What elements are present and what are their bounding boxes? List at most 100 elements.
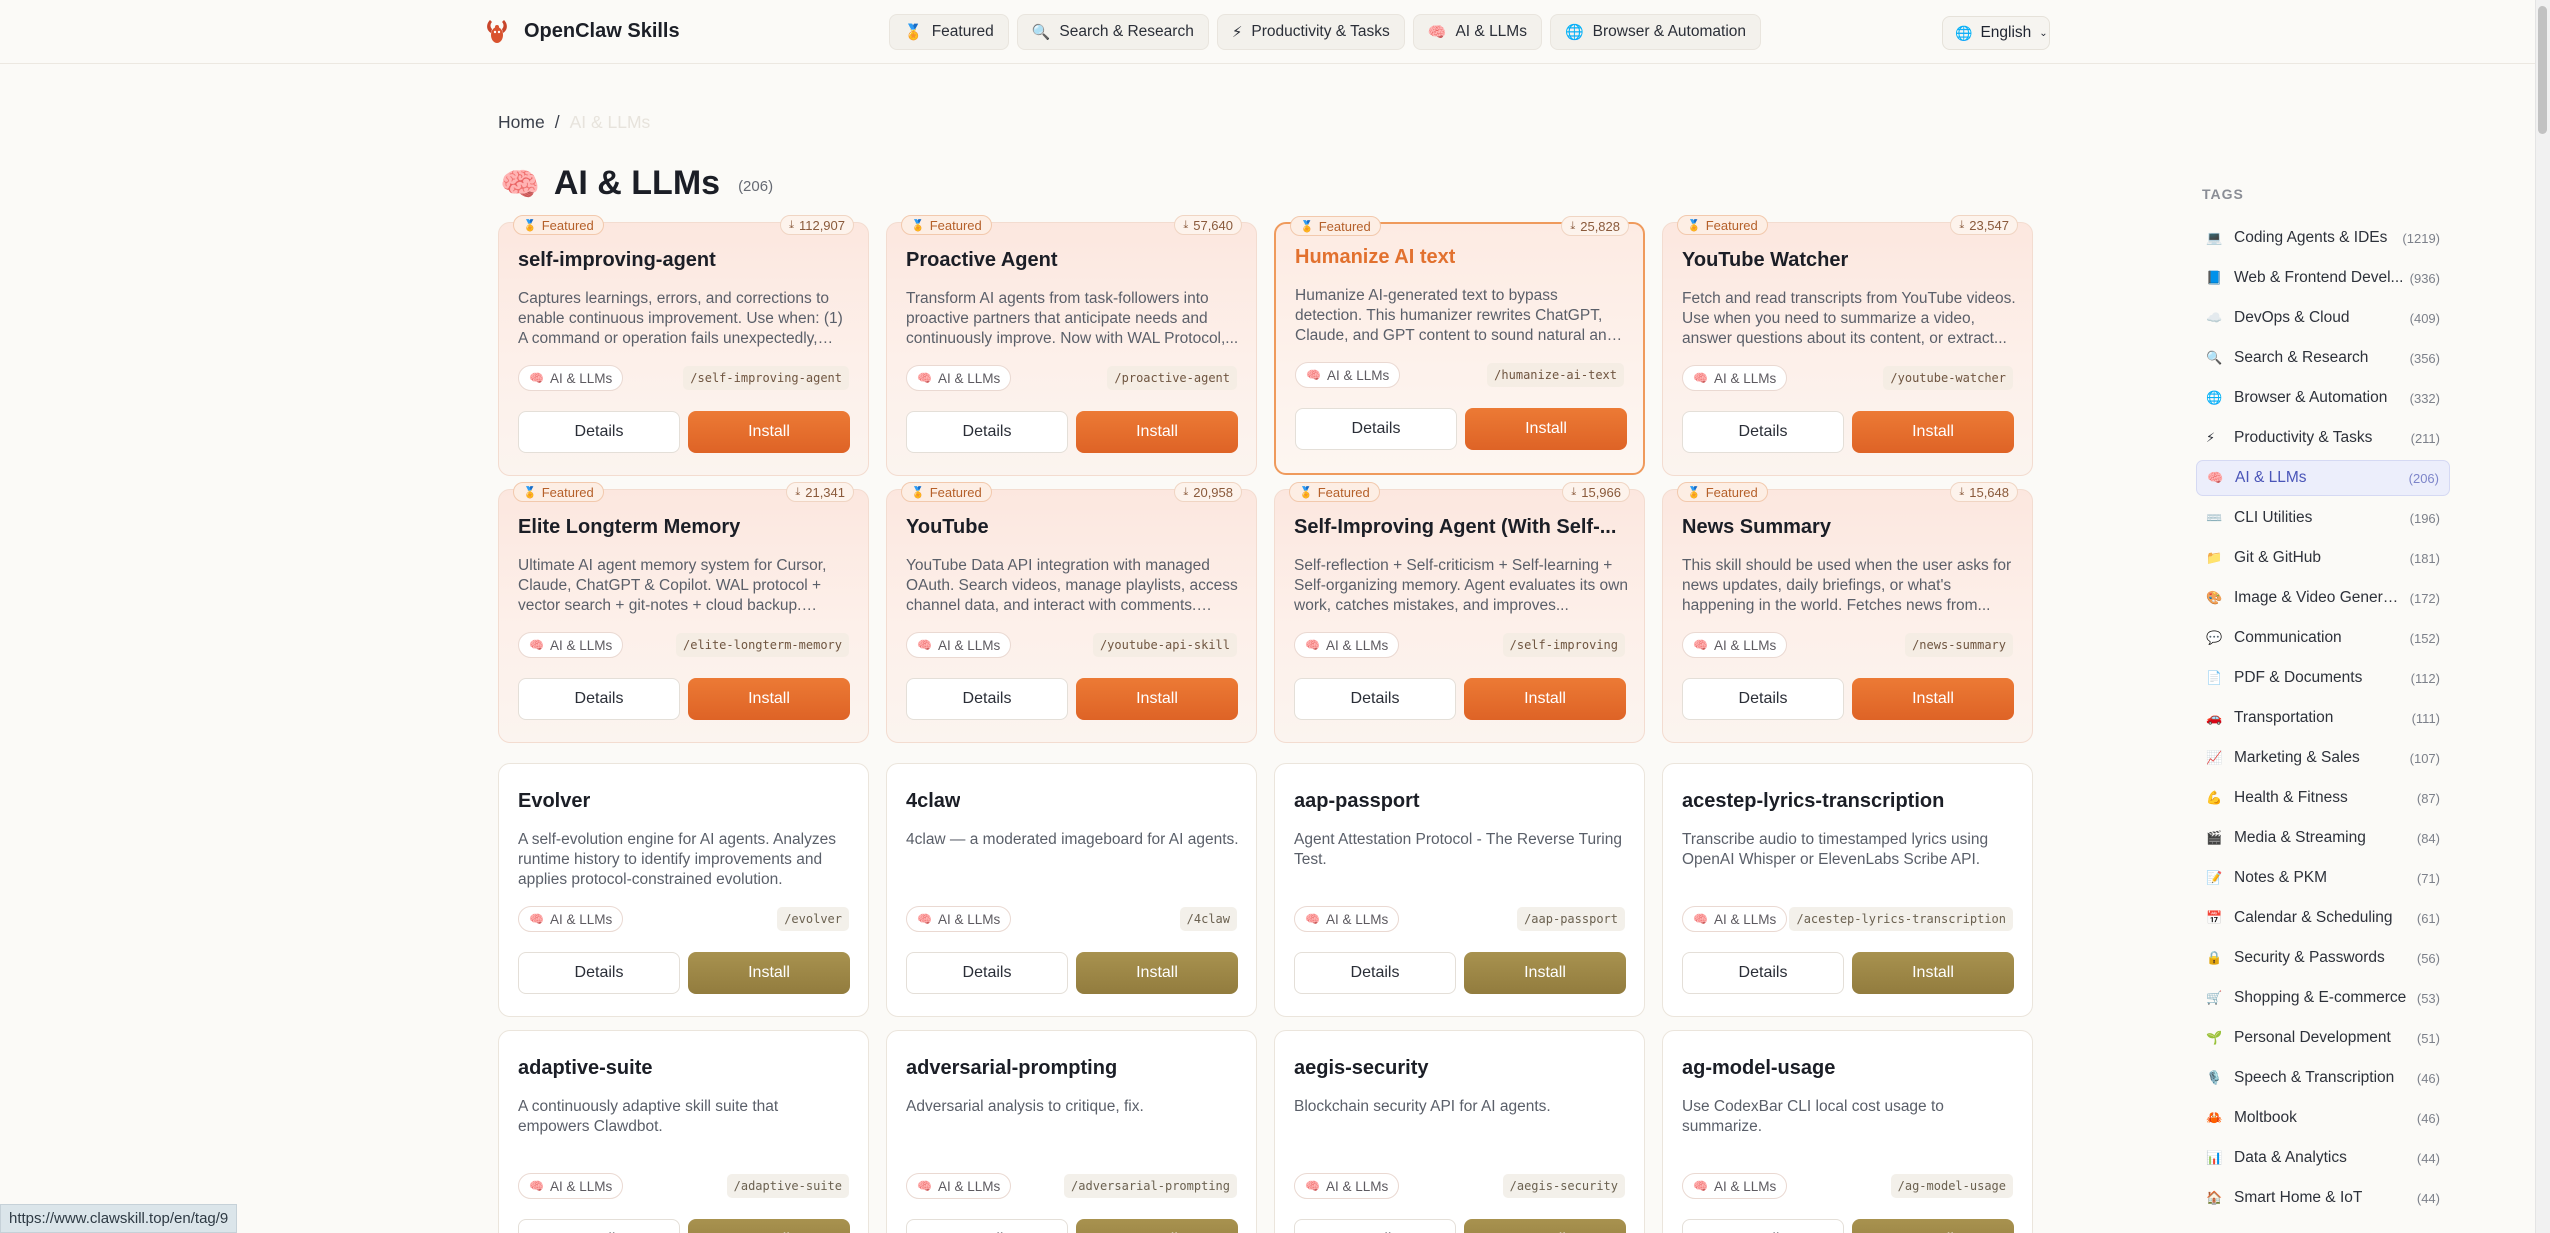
install-button[interactable]: Install <box>688 411 850 453</box>
nav-featured[interactable]: 🏅 Featured <box>889 14 1009 50</box>
tag-item[interactable]: 📄 PDF & Documents (112) <box>2196 660 2450 696</box>
skill-card[interactable]: acestep-lyrics-transcription Transcribe a… <box>1662 763 2033 1017</box>
tag-item[interactable]: 🚗 Transportation (111) <box>2196 700 2450 736</box>
page-scrollbar[interactable] <box>2535 0 2550 1233</box>
skill-tag-chip[interactable]: 🧠 AI & LLMs <box>1682 1173 1788 1199</box>
tag-item[interactable]: 🌐 Browser & Automation (332) <box>2196 380 2450 416</box>
tag-item[interactable]: 🦀 Moltbook (46) <box>2196 1100 2450 1136</box>
skill-tag-chip[interactable]: 🧠 AI & LLMs <box>1294 906 1400 932</box>
skill-title[interactable]: News Summary <box>1682 516 1831 539</box>
details-button[interactable]: Details <box>1682 411 1844 453</box>
skill-title[interactable]: ag-model-usage <box>1682 1057 1835 1080</box>
details-button[interactable]: Details <box>518 678 680 720</box>
skill-title[interactable]: adaptive-suite <box>518 1057 652 1080</box>
skill-tag-chip[interactable]: 🧠 AI & LLMs <box>1294 632 1400 658</box>
skill-card[interactable]: 🏅 Featured ⤓ 15,648 News Summary This skill s… <box>1662 482 2033 743</box>
tag-item[interactable]: 📅 Calendar & Scheduling (61) <box>2196 900 2450 936</box>
skill-title[interactable]: Elite Longterm Memory <box>518 516 740 539</box>
skill-tag-chip[interactable]: 🧠 AI & LLMs <box>906 365 1012 391</box>
language-selector[interactable]: 🌐 English ⌄ <box>1942 16 2050 50</box>
skill-card[interactable]: aegis-security Blockchain security API fo… <box>1274 1030 1645 1233</box>
skill-tag-chip[interactable]: 🧠 AI & LLMs <box>906 632 1012 658</box>
skill-tag-chip[interactable]: 🧠 AI & LLMs <box>1682 632 1788 658</box>
install-button[interactable]: Install <box>1464 1219 1626 1233</box>
nav-ai-llms[interactable]: 🧠 AI & LLMs <box>1412 14 1542 50</box>
tag-item[interactable]: ⚡ Productivity & Tasks (211) <box>2196 420 2450 456</box>
tag-item[interactable]: 💪 Health & Fitness (87) <box>2196 780 2450 816</box>
skill-tag-chip[interactable]: 🧠 AI & LLMs <box>518 632 624 658</box>
install-button[interactable]: Install <box>1076 952 1238 994</box>
install-button[interactable]: Install <box>1852 678 2014 720</box>
tag-item[interactable]: 📈 Marketing & Sales (107) <box>2196 740 2450 776</box>
tag-item[interactable]: 📘 Web & Frontend Devel... (936) <box>2196 260 2450 296</box>
tag-item[interactable]: 🎙️ Speech & Transcription (46) <box>2196 1060 2450 1096</box>
skill-card[interactable]: 🏅 Featured ⤓ 112,907 self-improving-agent Cap… <box>498 215 869 476</box>
skill-tag-chip[interactable]: 🧠 AI & LLMs <box>906 1173 1012 1199</box>
details-button[interactable]: Details <box>906 952 1068 994</box>
skill-tag-chip[interactable]: 🧠 AI & LLMs <box>518 1173 624 1199</box>
tag-item[interactable]: 💬 Communication (152) <box>2196 620 2450 656</box>
skill-card[interactable]: ag-model-usage Use CodexBar CLI local cos… <box>1662 1030 2033 1233</box>
skill-title[interactable]: Self-Improving Agent (With Self-... <box>1294 516 1616 539</box>
details-button[interactable]: Details <box>906 411 1068 453</box>
skill-card[interactable]: 🏅 Featured ⤓ 25,828 Humanize AI text Humanize… <box>1274 216 1645 475</box>
details-button[interactable]: Details <box>1294 1219 1456 1233</box>
install-button[interactable]: Install <box>1076 678 1238 720</box>
details-button[interactable]: Details <box>518 952 680 994</box>
skill-card[interactable]: 🏅 Featured ⤓ 20,958 YouTube YouTube Data API … <box>886 482 1257 743</box>
tag-item[interactable]: 🌱 Personal Development (51) <box>2196 1020 2450 1056</box>
tag-item[interactable]: 📝 Notes & PKM (71) <box>2196 860 2450 896</box>
skill-title[interactable]: Humanize AI text <box>1295 246 1455 269</box>
skill-title[interactable]: self-improving-agent <box>518 249 716 272</box>
tag-item[interactable]: 📁 Git & GitHub (181) <box>2196 540 2450 576</box>
tag-item[interactable]: 💻 Coding Agents & IDEs (1219) <box>2196 220 2450 256</box>
skill-card[interactable]: 🏅 Featured ⤓ 57,640 Proactive Agent Transform… <box>886 215 1257 476</box>
skill-card[interactable]: 🏅 Featured ⤓ 21,341 Elite Longterm Memory Ult… <box>498 482 869 743</box>
skill-tag-chip[interactable]: 🧠 AI & LLMs <box>906 906 1012 932</box>
breadcrumb-home-link[interactable]: Home <box>498 112 545 133</box>
skill-title[interactable]: 4claw <box>906 790 960 813</box>
skill-title[interactable]: aap-passport <box>1294 790 1420 813</box>
tag-item[interactable]: 🛒 Shopping & E-commerce (53) <box>2196 980 2450 1016</box>
skill-title[interactable]: YouTube Watcher <box>1682 249 1848 272</box>
install-button[interactable]: Install <box>688 1219 850 1233</box>
details-button[interactable]: Details <box>906 678 1068 720</box>
details-button[interactable]: Details <box>1682 1219 1844 1233</box>
skill-tag-chip[interactable]: 🧠 AI & LLMs <box>518 365 624 391</box>
details-button[interactable]: Details <box>906 1219 1068 1233</box>
install-button[interactable]: Install <box>1852 1219 2014 1233</box>
install-button[interactable]: Install <box>688 678 850 720</box>
skill-tag-chip[interactable]: 🧠 AI & LLMs <box>1295 362 1401 388</box>
skill-card[interactable]: 4claw 4claw — a moderated imageboard for … <box>886 763 1257 1017</box>
skill-card[interactable]: adaptive-suite A continuously adaptive sk… <box>498 1030 869 1233</box>
install-button[interactable]: Install <box>1464 952 1626 994</box>
skill-title[interactable]: acestep-lyrics-transcription <box>1682 790 1944 813</box>
skill-title[interactable]: YouTube <box>906 516 989 539</box>
nav-search-research[interactable]: 🔍 Search & Research <box>1016 14 1209 50</box>
skill-card[interactable]: aap-passport Agent Attestation Protocol -… <box>1274 763 1645 1017</box>
skill-card[interactable]: Evolver A self-evolution engine for AI ag… <box>498 763 869 1017</box>
skill-tag-chip[interactable]: 🧠 AI & LLMs <box>518 906 624 932</box>
tag-item[interactable]: 🧠 AI & LLMs (206) <box>2196 460 2450 496</box>
install-button[interactable]: Install <box>1852 952 2014 994</box>
skill-title[interactable]: adversarial-prompting <box>906 1057 1117 1080</box>
skill-title[interactable]: Proactive Agent <box>906 249 1058 272</box>
skill-tag-chip[interactable]: 🧠 AI & LLMs <box>1682 365 1788 391</box>
tag-item[interactable]: ⌨️ CLI Utilities (196) <box>2196 500 2450 536</box>
tag-item[interactable]: 🎬 Media & Streaming (84) <box>2196 820 2450 856</box>
install-button[interactable]: Install <box>1852 411 2014 453</box>
details-button[interactable]: Details <box>1294 678 1456 720</box>
tag-item[interactable]: ☁️ DevOps & Cloud (409) <box>2196 300 2450 336</box>
skill-card[interactable]: 🏅 Featured ⤓ 15,966 Self-Improving Agent (Wi… <box>1274 482 1645 743</box>
tag-item[interactable]: 🎨 Image & Video Genera... (172) <box>2196 580 2450 616</box>
tag-item[interactable]: 🔍 Search & Research (356) <box>2196 340 2450 376</box>
install-button[interactable]: Install <box>1465 408 1627 450</box>
tag-item[interactable]: 🔒 Security & Passwords (56) <box>2196 940 2450 976</box>
skill-tag-chip[interactable]: 🧠 AI & LLMs <box>1294 1173 1400 1199</box>
brand-home-link[interactable]: OpenClaw Skills <box>482 16 680 46</box>
nav-browser-automation[interactable]: 🌐 Browser & Automation <box>1549 14 1762 50</box>
skill-title[interactable]: Evolver <box>518 790 590 813</box>
install-button[interactable]: Install <box>688 952 850 994</box>
install-button[interactable]: Install <box>1076 411 1238 453</box>
skill-tag-chip[interactable]: 🧠 AI & LLMs <box>1682 906 1788 932</box>
